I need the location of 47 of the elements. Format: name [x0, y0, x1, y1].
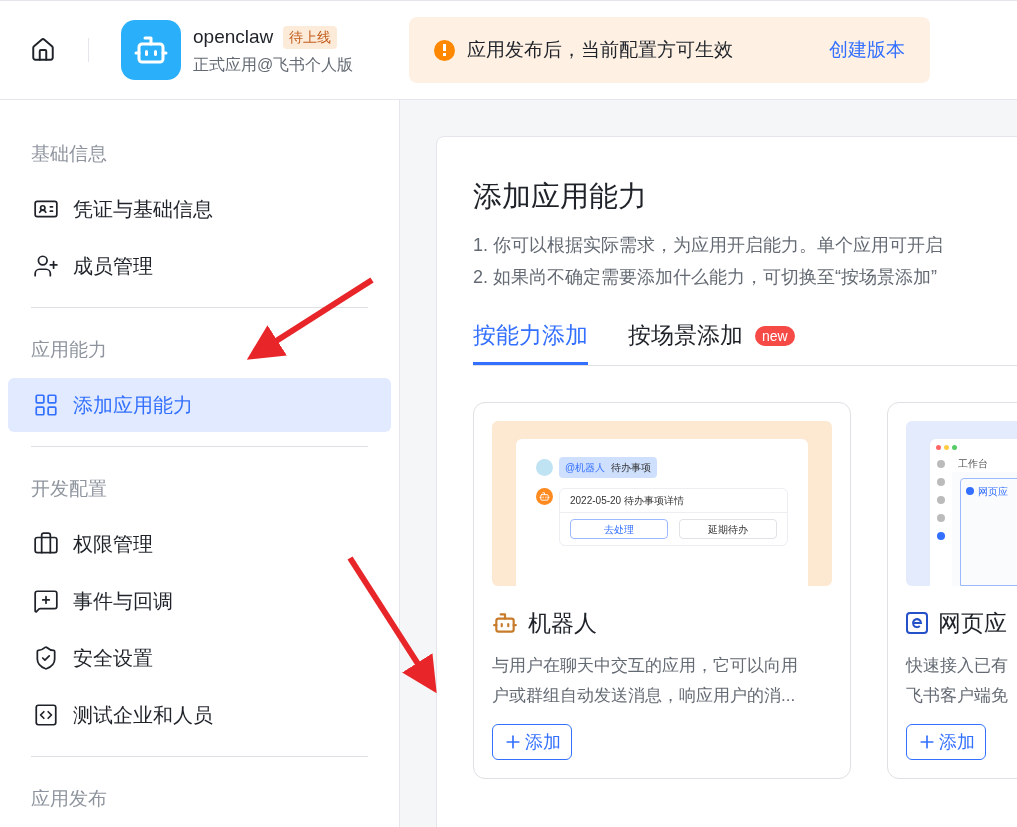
- nav-item[interactable]: 测试企业和人员: [8, 688, 391, 742]
- warning-icon: [434, 39, 456, 61]
- new-badge: new: [755, 325, 795, 346]
- page-title: 添加应用能力: [473, 179, 648, 214]
- app-logo-icon: [121, 20, 181, 80]
- card-description: 与用户在聊天中交互的应用，它可以向用: [492, 654, 799, 677]
- card-description: 快速接入已有: [906, 654, 1009, 677]
- bot-avatar-icon: [536, 488, 553, 505]
- web-app-title: 网页应: [978, 485, 1008, 499]
- nav-item[interactable]: 安全设置: [8, 631, 391, 685]
- card-title: 网页应: [938, 609, 1007, 638]
- create-version-link[interactable]: 创建版本: [829, 35, 906, 65]
- section-title: 应用发布: [30, 787, 108, 811]
- tab[interactable]: 按能力添加: [473, 309, 588, 365]
- window-dots-icon: [936, 445, 957, 450]
- card-title-text: 2022-05-20 待办事项详情: [560, 489, 787, 513]
- nav-item[interactable]: 权限管理: [8, 517, 391, 571]
- nav-item[interactable]: 事件与回调: [8, 574, 391, 628]
- add-button[interactable]: 添加: [492, 724, 572, 760]
- shield-check-icon: [33, 645, 59, 671]
- grid-icon: [33, 392, 59, 418]
- message-text: 待办事项: [611, 461, 652, 475]
- section-title: 开发配置: [30, 477, 108, 501]
- workbench-tab-text: 工作台: [952, 456, 1017, 472]
- card-description: 飞书客户端免: [906, 684, 1009, 707]
- message-plus-icon: [33, 588, 59, 614]
- user-plus-icon: [33, 253, 59, 279]
- web-e-icon: [906, 612, 928, 635]
- app-subtitle: 正式应用@飞书个人版: [193, 55, 354, 76]
- avatar-icon: [536, 459, 553, 476]
- card-title: 机器人: [528, 609, 597, 638]
- status-badge: 待上线: [283, 25, 338, 49]
- section-title: 应用能力: [30, 338, 108, 362]
- section-title: 基础信息: [30, 142, 108, 166]
- card-description: 户或群组自动发送消息，响应用户的消...: [492, 684, 797, 707]
- nav-item[interactable]: 凭证与基础信息: [8, 182, 391, 236]
- code-square-icon: [33, 702, 59, 728]
- nav-item[interactable]: 成员管理: [8, 239, 391, 293]
- description-text: 1. 你可以根据实际需求，为应用开启能力。单个应用可开启: [473, 234, 944, 257]
- notice-text: 应用发布后，当前配置方可生效: [467, 37, 734, 62]
- app-name: openclaw: [193, 24, 274, 49]
- nav-item[interactable]: 添加应用能力: [8, 378, 391, 432]
- tab[interactable]: 按场景添加 new: [628, 309, 795, 365]
- mention-text: @机器人: [565, 461, 606, 475]
- briefcase-icon: [33, 531, 59, 557]
- add-button[interactable]: 添加: [906, 724, 986, 760]
- description-text: 2. 如果尚不确定需要添加什么能力，可切换至“按场景添加”: [473, 266, 938, 289]
